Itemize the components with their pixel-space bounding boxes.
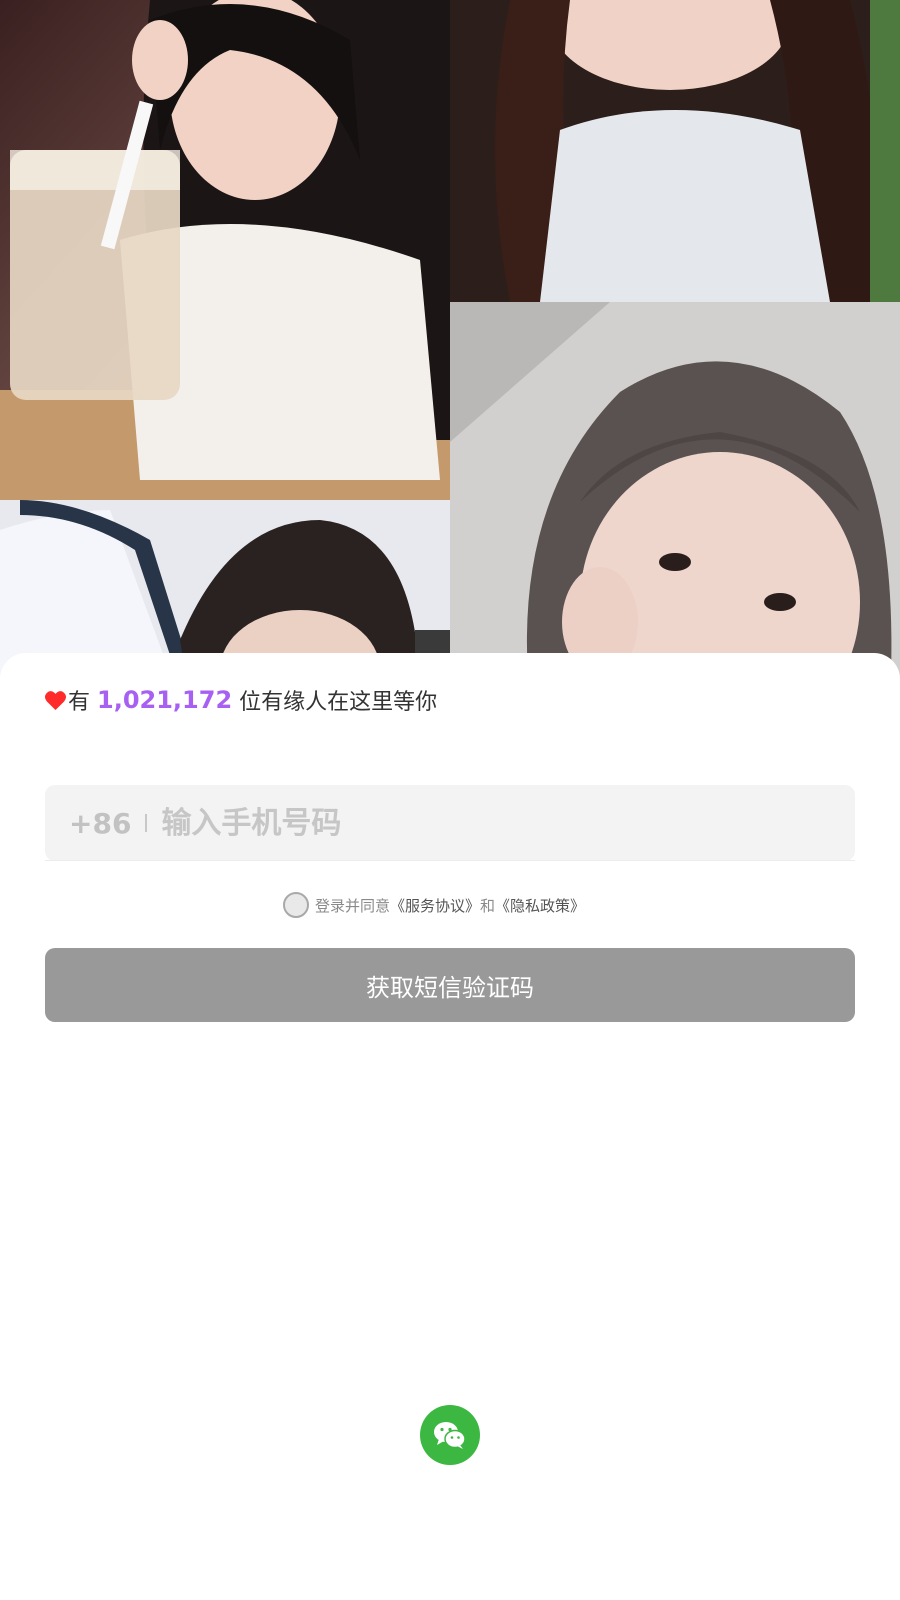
privacy-policy-link[interactable]: 《隐私政策》	[495, 895, 585, 916]
heart-icon	[45, 690, 66, 710]
waiting-count-text: 有 1,021,172 位有缘人在这里等你	[44, 680, 437, 720]
photo-girl-milk-tea	[0, 0, 450, 500]
wechat-icon	[434, 1422, 466, 1449]
photo-girl-hand-face	[450, 302, 900, 700]
wechat-login-button[interactable]	[420, 1405, 480, 1465]
agreement-prefix: 登录并同意	[315, 896, 391, 915]
login-sheet: 有 1,021,172 位有缘人在这里等你 +86 登录并同意 《服务协议》 和…	[0, 653, 900, 1600]
photo-girl-long-hair	[450, 0, 900, 302]
agreement-row: 登录并同意 《服务协议》 和 《隐私政策》	[283, 890, 585, 920]
stat-prefix: 有	[68, 690, 91, 715]
agree-checkbox[interactable]	[283, 892, 309, 918]
get-sms-code-button[interactable]: 获取短信验证码	[45, 948, 855, 1022]
stat-count: 1,021,172	[97, 686, 233, 714]
agreement-and: 和	[480, 896, 496, 915]
divider	[145, 814, 148, 832]
divider	[45, 860, 855, 861]
photo-grid	[0, 0, 900, 700]
phone-field[interactable]: +86	[45, 785, 855, 861]
service-agreement-link[interactable]: 《服务协议》	[390, 895, 480, 916]
phone-input[interactable]	[161, 793, 855, 853]
stat-suffix: 位有缘人在这里等你	[239, 690, 438, 715]
country-code[interactable]: +86	[69, 807, 131, 840]
